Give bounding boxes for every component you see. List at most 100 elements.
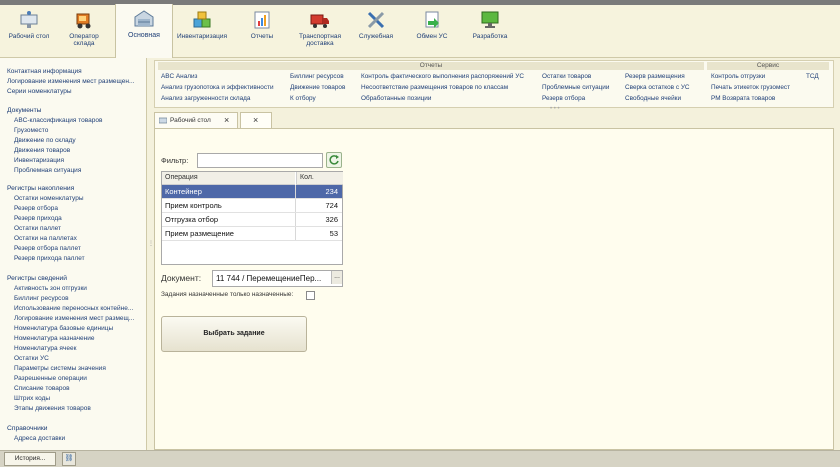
action-link[interactable]: Анализ загруженности склада [161,95,250,102]
nav-item[interactable]: Резерв прихода [14,215,62,222]
table-row[interactable]: Прием размещение 53 [162,227,342,241]
section-main[interactable]: Основная [115,4,173,58]
cell-qty: 724 [325,201,338,210]
select-task-button[interactable]: Выбрать задание [161,316,307,352]
nav-item[interactable]: ABC-классификация товаров [14,117,102,124]
nav-item-contact-info[interactable]: Контактная информация [7,68,82,75]
action-link[interactable]: Движение товаров [290,84,345,91]
nav-item[interactable]: Остатки УС [14,355,49,362]
action-link[interactable]: Сверка остатков с УС [625,84,690,91]
only-assigned-checkbox[interactable] [306,291,315,300]
action-link[interactable]: Контроль фактического выполнения распоря… [361,73,524,80]
nav-item[interactable]: Проблемная ситуация [14,167,81,174]
link-icon[interactable]: ⛓ [62,452,76,466]
action-link[interactable]: Анализ грузопотока и эффективности [161,84,274,91]
actions-panel: Отчеты Сервис ABC Анализ Анализ грузопот… [154,60,834,108]
section-desktop[interactable]: Рабочий стол [3,5,55,57]
action-link[interactable]: ABC Анализ [161,73,198,80]
section-label: Основная [128,32,160,39]
nav-item[interactable]: Использование переносных контейне... [14,305,133,312]
cell-operation: Контейнер [165,187,202,196]
nav-item[interactable]: Резерв отбора [14,205,58,212]
section-warehouse-operator[interactable]: Оператор склада [58,5,110,57]
nav-item[interactable]: Списание товаров [14,385,70,392]
history-button[interactable]: История... [4,452,56,466]
nav-item-placement-log[interactable]: Логирование изменения мест размещен... [7,78,134,85]
nav-item[interactable]: Штрих коды [14,395,50,402]
refresh-button[interactable] [326,152,342,168]
reports-group-header: Отчеты [158,62,704,70]
action-link[interactable]: Печать этикеток грузомест [711,84,790,91]
nav-item[interactable]: Разрешенные операции [14,375,87,382]
panel-splitter[interactable]: ⋮ [148,240,154,260]
action-link[interactable]: Проблемные ситуации [542,84,609,91]
action-link[interactable]: Резерв размещения [625,73,685,80]
nav-item[interactable]: Номенклатура назначение [14,335,94,342]
exchange-icon [425,11,439,28]
action-link-tsd[interactable]: ТСД [806,73,819,80]
document-field[interactable]: 11 744 / ПеремещениеПер... [212,270,343,287]
filter-label: Фильтр: [161,156,189,165]
nav-item[interactable]: Остатки на паллетах [14,235,77,242]
action-link[interactable]: Биллинг ресурсов [290,73,344,80]
tab-current[interactable]: × [240,112,272,129]
nav-item[interactable]: Резерв отбора паллет [14,245,81,252]
action-link[interactable]: РМ Возврата товаров [711,95,775,102]
action-link[interactable]: Резерв отбора [542,95,585,102]
tab-desktop[interactable]: Рабочий стол × [154,112,238,129]
nav-item[interactable]: Инвентаризация [14,157,64,164]
close-icon[interactable]: × [253,115,258,125]
section-development[interactable]: Разработка [462,5,518,57]
filter-input[interactable] [197,153,323,168]
table-row[interactable]: Прием контроль 724 [162,199,342,213]
tools-icon [367,11,385,29]
close-icon[interactable]: × [224,115,229,125]
cell-operation: Отгрузка отбор [165,215,219,224]
section-transport-delivery[interactable]: Транспортная доставка [292,5,348,57]
nav-header-accum-registers: Регистры накопления [7,185,75,192]
panel-resize-handle[interactable]: • • • [550,106,560,112]
boxes-icon [193,11,211,28]
nav-item[interactable]: Активность зон отгрузки [14,285,87,292]
section-inventory[interactable]: Инвентаризация [173,5,231,57]
section-service[interactable]: Служебная [350,5,402,57]
nav-item[interactable]: Параметры системы значения [14,365,106,372]
column-header-operation[interactable]: Операция [162,172,295,185]
truck-icon [310,14,329,28]
document-label: Документ: [161,273,202,283]
nav-item[interactable]: Логирование изменения мест размещ... [14,315,134,322]
refresh-icon [329,155,339,165]
table-row[interactable]: Отгрузка отбор 326 [162,213,342,227]
nav-item[interactable]: Остатки номенклатуры [14,195,84,202]
nav-item[interactable]: Резерв прихода паллет [14,255,85,262]
action-link[interactable]: Обработанные позиции [361,95,431,102]
nav-item[interactable]: Адреса доставки [14,435,65,442]
section-reports[interactable]: Отчеты [236,5,288,57]
cell-qty: 53 [329,229,338,238]
section-label: Транспортная доставка [299,33,341,47]
table-row[interactable]: Контейнер 234 [162,185,342,199]
section-exchange[interactable]: Обмен УС [406,5,458,57]
cell-qty: 234 [325,187,338,196]
nav-item[interactable]: Остатки паллет [14,225,61,232]
column-header-qty[interactable]: Кол. [296,172,343,185]
nav-item[interactable]: Этапы движения товаров [14,405,91,412]
cell-operation: Прием размещение [165,229,234,238]
action-link[interactable]: Контроль отгрузки [711,73,765,80]
nav-item[interactable]: Грузоместо [14,127,48,134]
nav-item-item-series[interactable]: Серии номенклатуры [7,88,72,95]
nav-item[interactable]: Движения товаров [14,147,70,154]
action-link[interactable]: Несоответствие размещения товаров по кла… [361,84,508,91]
nav-item[interactable]: Номенклатура ячеек [14,345,76,352]
operations-table: Операция Кол. Контейнер 234 Прием контро… [161,171,343,265]
document-select-button[interactable]: ... [331,271,342,284]
nav-item[interactable]: Биллинг ресурсов [14,295,69,302]
nav-item[interactable]: Номенклатура базовые единицы [14,325,113,332]
action-link[interactable]: Свободные ячейки [625,95,681,102]
nav-item[interactable]: Движение по складу [14,137,76,144]
action-link[interactable]: Остатки товаров [542,73,591,80]
section-label: Оператор склада [69,33,99,47]
sections-panel: Рабочий стол Оператор склада Основная Ин… [0,4,840,58]
chart-icon [254,11,270,29]
action-link[interactable]: К отбору [290,95,316,102]
